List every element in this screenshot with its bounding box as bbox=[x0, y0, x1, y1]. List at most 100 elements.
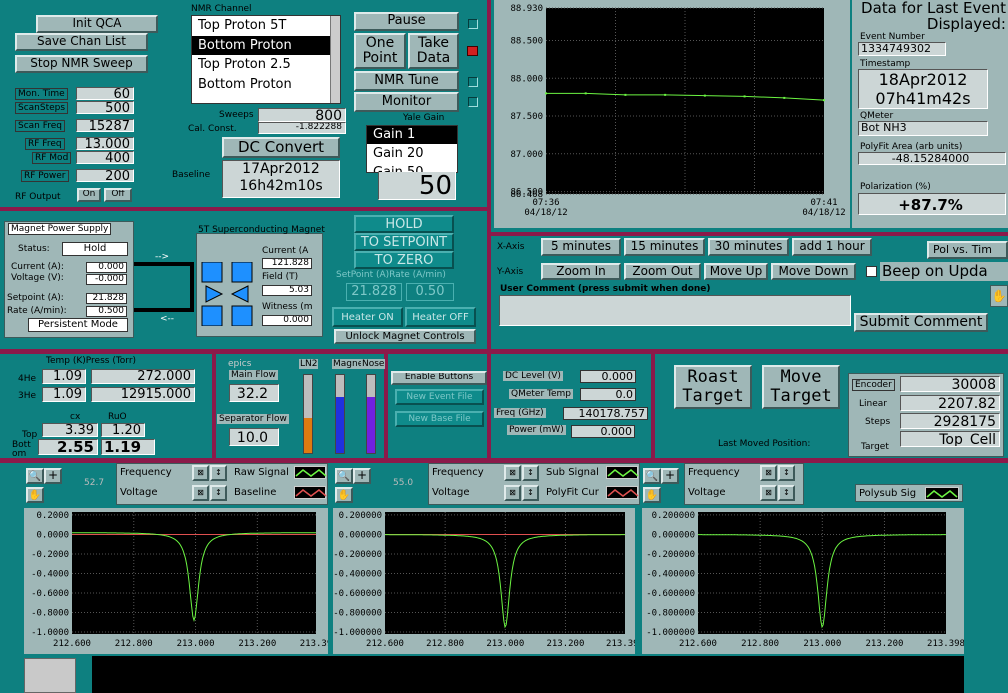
y-zoom-in-button[interactable]: Zoom In bbox=[541, 263, 621, 280]
y-zoom-out-button[interactable]: Zoom Out bbox=[624, 263, 701, 280]
y-move-down-button[interactable]: Move Down bbox=[771, 263, 856, 280]
x-30-minutes-button[interactable]: 30 minutes bbox=[708, 238, 789, 256]
list-item[interactable]: Bottom Proton bbox=[192, 36, 340, 55]
rf-off-button[interactable]: Off bbox=[104, 188, 132, 202]
x-tick-label: 213.000 bbox=[177, 639, 215, 649]
voltage-field: -0.000 bbox=[86, 274, 127, 285]
x-15-minutes-button[interactable]: 15 minutes bbox=[624, 238, 705, 256]
encoder-label: Encoder bbox=[852, 379, 895, 391]
y-tick-label: -0.800000 bbox=[333, 609, 382, 619]
x-tick-label: 213.200 bbox=[238, 639, 276, 649]
event-header: Data for Last Event Displayed: bbox=[861, 0, 1006, 33]
rf-on-button[interactable]: On bbox=[77, 188, 101, 202]
pause-button[interactable]: Pause bbox=[354, 12, 459, 31]
crosshair-icon[interactable]: + bbox=[661, 468, 679, 484]
volt-scale-icon[interactable]: ↕ bbox=[210, 485, 227, 501]
save-chan-list-button[interactable]: Save Chan List bbox=[15, 33, 148, 51]
param-label: RF Power bbox=[21, 170, 69, 182]
stop-nmr-sweep-button[interactable]: Stop NMR Sweep bbox=[15, 55, 148, 73]
freq-scale-icon[interactable]: ↕ bbox=[778, 465, 795, 481]
param-field[interactable]: 500 bbox=[76, 101, 134, 114]
pan-hand-icon[interactable]: ✋ bbox=[643, 487, 661, 503]
hand-tool-icon[interactable]: ✋ bbox=[990, 285, 1008, 307]
encoder-field: 30008 bbox=[900, 376, 1000, 392]
qmeter-label: QMeter bbox=[860, 111, 894, 121]
to-zero-button[interactable]: TO ZERO bbox=[354, 251, 454, 269]
param-field[interactable]: 15287 bbox=[76, 119, 134, 132]
ln2-label: LN2 bbox=[299, 359, 319, 369]
freq-scale-icon[interactable]: ↕ bbox=[522, 465, 539, 481]
he3-press-field: 12915.000 bbox=[91, 387, 195, 402]
take-data-button[interactable]: Take Data bbox=[408, 33, 459, 69]
monitor-button[interactable]: Monitor bbox=[354, 92, 459, 112]
x-5-minutes-button[interactable]: 5 minutes bbox=[541, 238, 621, 256]
volt-scale-icon[interactable]: ↕ bbox=[778, 485, 795, 501]
y-tick-label: -0.4000 bbox=[31, 569, 69, 579]
voltage-label: Voltage (V): bbox=[11, 273, 64, 283]
param-field[interactable]: 400 bbox=[76, 151, 134, 164]
crosshair-icon[interactable]: + bbox=[44, 468, 62, 484]
param-field[interactable]: 60 bbox=[76, 87, 134, 100]
y-tick-label: 0.000000 bbox=[652, 530, 695, 540]
magnet-coil-icon bbox=[200, 261, 254, 327]
new-base-file-button[interactable]: New Base File bbox=[395, 411, 484, 427]
freq-axis-icon[interactable]: ⊠ bbox=[192, 465, 209, 481]
submit-comment-button[interactable]: Submit Comment bbox=[854, 313, 988, 332]
divider bbox=[0, 207, 490, 211]
gain-item[interactable]: Gain 20 bbox=[367, 144, 457, 164]
dc-convert-button[interactable]: DC Convert bbox=[222, 137, 340, 158]
unlock-magnet-button[interactable]: Unlock Magnet Controls bbox=[334, 329, 476, 344]
data-point bbox=[584, 92, 587, 95]
setpoint-rate-label: SetPoint (A)Rate (A/min) bbox=[336, 270, 446, 280]
freq-scale-icon[interactable]: ↕ bbox=[210, 465, 227, 481]
zoom-icon[interactable]: 🔍 bbox=[26, 468, 44, 484]
enable-buttons-button[interactable]: Enable Buttons bbox=[391, 371, 487, 385]
y-move-up-button[interactable]: Move Up bbox=[704, 263, 768, 280]
freq-axis-icon[interactable]: ⊠ bbox=[504, 465, 521, 481]
user-comment-input[interactable] bbox=[499, 295, 851, 326]
gain-item[interactable]: Gain 1 bbox=[367, 126, 457, 144]
pan-hand-icon[interactable]: ✋ bbox=[26, 487, 44, 503]
new-event-file-button[interactable]: New Event File bbox=[395, 389, 484, 405]
status-field: Hold bbox=[62, 242, 128, 256]
volt-axis-icon[interactable]: ⊠ bbox=[504, 485, 521, 501]
nmr-tune-button[interactable]: NMR Tune bbox=[354, 71, 459, 91]
param-label: RF Freq bbox=[25, 138, 65, 150]
setpoint-input[interactable]: 21.828 bbox=[346, 283, 402, 301]
param-field[interactable]: 13.000 bbox=[76, 137, 134, 150]
crosshair-icon[interactable]: + bbox=[353, 468, 371, 484]
volt-axis-icon[interactable]: ⊠ bbox=[760, 485, 777, 501]
he4-temp-field: 1.09 bbox=[42, 369, 86, 384]
volt-scale-icon[interactable]: ↕ bbox=[522, 485, 539, 501]
raw-signal-chart: 0.2000 0.0000 -0.2000 -0.4000 -0.6000 -0.8000… bbox=[24, 508, 332, 654]
list-item[interactable]: Bottom Proton bbox=[192, 75, 340, 95]
nmr-channel-list[interactable]: Top Proton 5T Bottom Proton Top Proton 2… bbox=[191, 15, 341, 104]
rate-input[interactable]: 0.50 bbox=[406, 283, 454, 301]
volt-axis-icon[interactable]: ⊠ bbox=[192, 485, 209, 501]
list-item[interactable]: Top Proton 5T bbox=[192, 16, 340, 36]
list-scrollbar[interactable] bbox=[330, 16, 340, 103]
signal-b-label: Baseline bbox=[234, 487, 277, 498]
zoom-icon[interactable]: 🔍 bbox=[643, 468, 661, 484]
heater-off-button[interactable]: Heater OFF bbox=[405, 307, 476, 327]
he3-label: 3He bbox=[18, 391, 37, 401]
list-item[interactable]: Top Proton 2.5 bbox=[192, 55, 340, 75]
freq-axis-icon[interactable]: ⊠ bbox=[760, 465, 777, 481]
heater-on-button[interactable]: Heater ON bbox=[332, 307, 403, 327]
data-point bbox=[823, 99, 825, 102]
param-field[interactable]: 200 bbox=[76, 169, 134, 182]
pol-vs-time-button[interactable]: Pol vs. Tim bbox=[927, 241, 1008, 259]
pan-hand-icon[interactable]: ✋ bbox=[335, 487, 353, 503]
move-target-button[interactable]: Move Target bbox=[762, 365, 840, 409]
init-qca-button[interactable]: Init QCA bbox=[36, 15, 158, 33]
y-tick-label: 88.000 bbox=[510, 74, 543, 84]
to-setpoint-button[interactable]: TO SETPOINT bbox=[354, 233, 454, 251]
zoom-icon[interactable]: 🔍 bbox=[335, 468, 353, 484]
hold-button[interactable]: HOLD bbox=[354, 215, 454, 233]
polarization-chart: 88.930 88.500 88.000 87.500 87.000 86.500 86.4… bbox=[494, 0, 850, 228]
beep-checkbox[interactable] bbox=[866, 266, 877, 277]
roast-target-button[interactable]: Roast Target bbox=[674, 365, 752, 409]
gain-list[interactable]: Gain 1 Gain 20 Gain 50 bbox=[366, 125, 458, 173]
one-point-button[interactable]: One Point bbox=[354, 33, 406, 69]
x-add-1-hour-button[interactable]: add 1 hour bbox=[792, 238, 872, 256]
